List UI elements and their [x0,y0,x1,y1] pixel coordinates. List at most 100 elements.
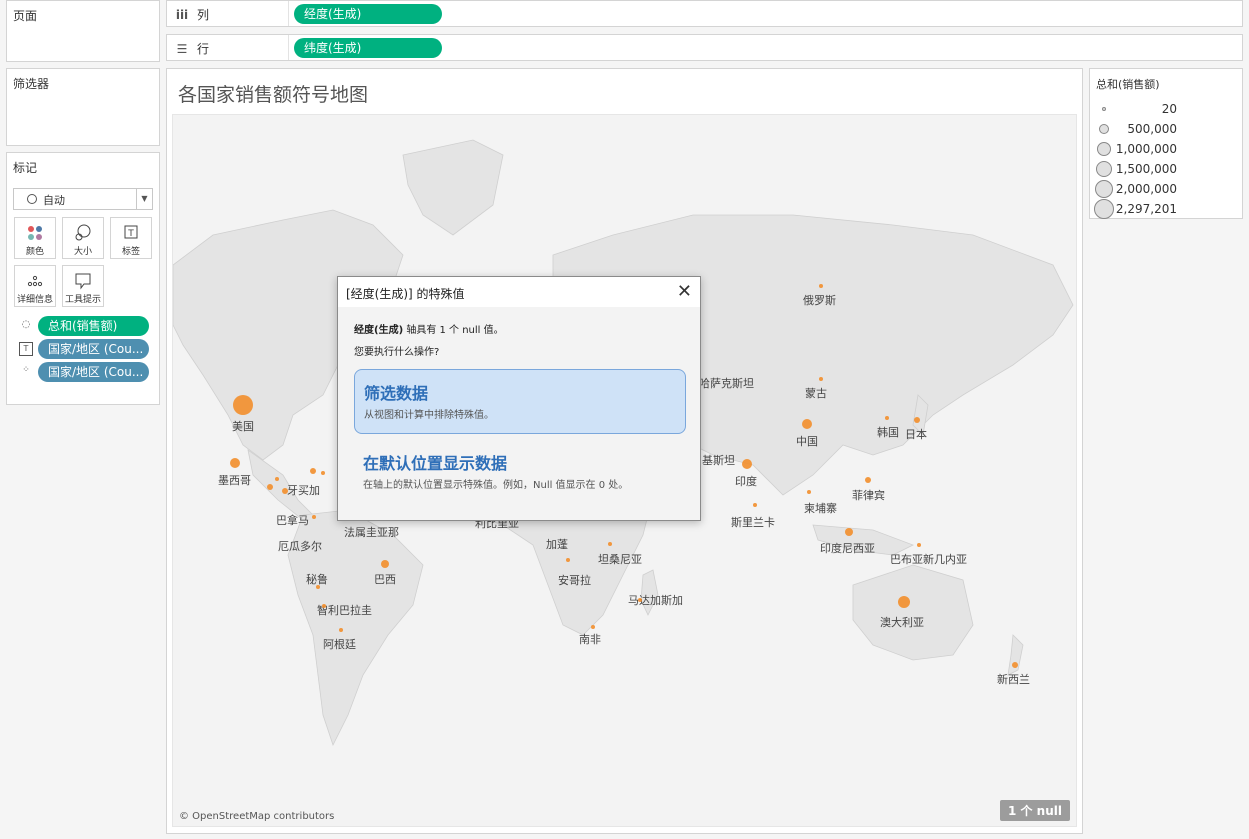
dot-india [742,459,752,469]
legend-row: 2,000,000 [1090,179,1243,199]
dot-png [917,543,921,547]
legend-value: 1,000,000 [1115,142,1177,156]
dot-guatemala [267,484,273,490]
detail-label: 详细信息 [16,295,53,305]
dot-chile [322,604,326,608]
dot-russia [819,284,823,288]
field-pill-sum-sales[interactable]: 总和(销售额) [38,316,149,336]
text-icon: T [124,225,138,239]
legend-value: 500,000 [1127,122,1177,136]
legend-row: 2,297,201 [1090,199,1243,219]
dot-brazil [381,560,389,568]
close-icon[interactable]: ✕ [677,281,692,302]
legend-value: 1,500,000 [1115,162,1177,176]
dot-philippines [865,477,871,483]
special-values-dialog: [经度(生成)] 的特殊值 ✕ 经度(生成) 轴具有 1 个 null 值。 您… [337,276,701,521]
dot-japan [914,417,920,423]
size-button[interactable]: 大小 [62,217,104,259]
size-icon: ◌ [21,319,31,330]
dialog-message-field: 经度(生成) [354,325,404,336]
size-legend[interactable]: 总和(销售额) 20 500,000 1,000,000 1,500,000 2… [1089,68,1243,219]
legend-row: 1,000,000 [1090,139,1243,159]
columns-shelf-label: iii 列 [175,6,209,23]
filter-data-option[interactable]: 筛选数据 从视图和计算中排除特殊值。 [354,369,686,434]
filters-title: 筛选器 [13,77,50,91]
dot-angola [566,558,570,562]
dot-australia [898,596,910,608]
dot-jamaica [282,488,288,494]
detail-icon: ⁘ [22,365,30,375]
circle-icon [27,194,37,204]
field-pill-country-label[interactable]: 国家/地区 (Cou... [38,339,149,359]
tooltip-label: 工具提示 [64,295,101,305]
label-label: 标签 [121,247,140,257]
detail-icon [27,275,43,287]
show-default-title: 在默认位置显示数据 [363,454,508,473]
dialog-header: [经度(生成)] 的特殊值 ✕ [338,277,700,307]
show-default-desc: 在轴上的默认位置显示特殊值。例如，Null 值显示在 0 处。 [363,480,629,491]
dot-indonesia [845,528,853,536]
marks-card: 标记 自动 ▼ 颜色 大小 T 标签 详细信息 工具提示 ◌ 总和(销售额) T… [6,152,160,405]
dialog-question: 您要执行什么操作? [354,347,440,358]
columns-icon: iii [175,7,189,22]
dot-china [802,419,812,429]
field-pill-country-detail[interactable]: 国家/地区 (Cou... [38,362,149,382]
svg-text:T: T [127,229,134,239]
mark-type-label: 自动 [43,194,65,207]
dot-mongolia [819,377,823,381]
dot-peru [316,585,320,589]
mark-type-dropdown[interactable]: 自动 ▼ [13,188,153,210]
map-attribution[interactable]: © OpenStreetMap contributors [179,811,334,822]
legend-value: 2,297,201 [1115,202,1177,216]
size-icon [75,224,91,241]
dot-mexico [230,458,240,468]
detail-button[interactable]: 详细信息 [14,265,56,307]
tooltip-button[interactable]: 工具提示 [62,265,104,307]
rows-icon: ☰ [176,41,188,56]
shelf-divider [288,35,289,60]
legend-row: 1,500,000 [1090,159,1243,179]
dot-argentina [339,628,343,632]
dot-tanzania [608,542,612,546]
view-title: 各国家销售额符号地图 [178,84,369,106]
dialog-message: 经度(生成) 轴具有 1 个 null 值。 [354,321,504,336]
filter-data-desc: 从视图和计算中排除特殊值。 [364,410,494,421]
legend-row: 20 [1090,99,1243,119]
marks-title: 标记 [13,161,38,175]
tooltip-icon [75,273,91,290]
rows-shelf[interactable]: ☰ 行 纬度(生成) [166,34,1243,61]
dot-cambodia [807,490,811,494]
legend-row: 500,000 [1090,119,1243,139]
size-label: 大小 [73,247,92,257]
chevron-down-icon[interactable]: ▼ [136,189,152,209]
null-indicator[interactable]: 1 个 null [999,800,1070,821]
columns-shelf[interactable]: iii 列 经度(生成) [166,0,1243,27]
dot-colombia [312,515,316,519]
pages-title: 页面 [13,9,38,23]
dot-south-africa [591,625,595,629]
shelf-divider [288,1,289,26]
rows-shelf-label: ☰ 行 [175,40,209,57]
dot-srilanka [753,503,757,507]
dialog-message-text: 轴具有 1 个 null 值。 [403,325,504,336]
text-icon: T [19,342,33,356]
pages-card: 页面 [6,0,160,62]
dot-nz [1012,662,1018,668]
longitude-pill[interactable]: 经度(生成) [294,4,442,24]
dialog-title: [经度(生成)] 的特殊值 [346,287,465,301]
dot-korea [885,416,889,420]
legend-value: 20 [1161,102,1177,116]
dot-cuba [310,468,316,474]
latitude-pill[interactable]: 纬度(生成) [294,38,442,58]
color-button[interactable]: 颜色 [14,217,56,259]
dot-madagascar [638,598,642,602]
dot-usa [233,395,253,415]
rows-label: 行 [197,42,210,56]
dot-dr [321,471,325,475]
legend-title: 总和(销售额) [1096,78,1160,91]
filters-card[interactable]: 筛选器 [6,68,160,146]
show-default-option[interactable]: 在默认位置显示数据 在轴上的默认位置显示特殊值。例如，Null 值显示在 0 处… [354,440,686,505]
color-label: 颜色 [25,247,44,257]
columns-label: 列 [197,8,210,22]
label-button[interactable]: T 标签 [110,217,152,259]
